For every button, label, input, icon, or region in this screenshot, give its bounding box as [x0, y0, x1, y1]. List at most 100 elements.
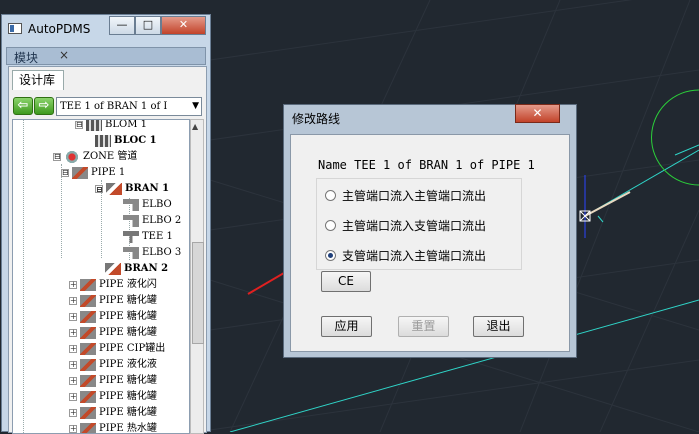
tree-item[interactable]: TEE 1 — [123, 229, 173, 245]
dialog-title: 修改路线 — [292, 110, 340, 127]
pipe-icon — [80, 359, 96, 371]
element-name-label: Name TEE 1 of BRAN 1 of PIPE 1 — [318, 158, 535, 172]
maximize-button[interactable]: □ — [135, 16, 161, 35]
tree-scrollbar[interactable]: ▲ — [190, 119, 204, 434]
tree-item[interactable]: +PIPE 液化液 — [69, 357, 157, 373]
tree-item[interactable]: +PIPE 热水罐 — [69, 421, 157, 434]
tree-item-label: TEE 1 — [142, 231, 173, 242]
tree-item-label: PIPE 1 — [91, 167, 125, 178]
close-button[interactable]: ✕ — [161, 16, 206, 35]
module-panel: 设计库 ⇦ ⇨ TEE 1 of BRAN 1 of I ▼ ⊟BLOM 1 BL… — [8, 66, 207, 433]
tree-item-label: ELBO 3 — [142, 247, 181, 258]
bloc-icon — [95, 135, 111, 147]
design-tree[interactable]: ⊟BLOM 1 BLOC 1 ⊟ ZONE 管道 ⊟ PIPE 1 ⊟ BRAN 1 ELBO E… — [12, 119, 190, 434]
radio-label: 主管端口流入主管端口流出 — [342, 189, 486, 203]
ce-button[interactable]: CE — [321, 271, 371, 292]
pipe-icon — [80, 407, 96, 419]
elbow-icon — [123, 199, 139, 211]
radio-main-in-main-out[interactable]: 主管端口流入主管端口流出 — [325, 188, 486, 204]
current-element-combo[interactable]: TEE 1 of BRAN 1 of I ▼ — [56, 97, 202, 116]
reset-button: 重置 — [398, 316, 449, 337]
expand-icon[interactable]: + — [69, 329, 77, 337]
collapse-icon[interactable]: ⊟ — [61, 169, 69, 177]
elbow-icon — [123, 247, 139, 259]
pipe-icon — [80, 391, 96, 403]
bloc-icon — [86, 119, 102, 131]
expand-icon[interactable]: + — [69, 345, 77, 353]
arrow-right-icon: ⇨ — [35, 98, 53, 114]
expand-icon[interactable]: + — [69, 313, 77, 321]
expand-icon[interactable]: + — [69, 409, 77, 417]
tree-item[interactable]: ELBO 2 — [123, 213, 181, 229]
tree-item[interactable]: + PIPE 糖化罐 — [69, 373, 157, 389]
bran-icon — [105, 263, 121, 275]
expand-icon[interactable]: + — [69, 281, 77, 289]
window-title: AutoPDMS — [28, 22, 90, 36]
tree-item[interactable]: + PIPE 糖化罐 — [69, 325, 157, 341]
tree-item[interactable]: +PIPE 糖化罐 — [69, 405, 157, 421]
pipe-icon — [80, 327, 96, 339]
apply-button[interactable]: 应用 — [321, 316, 372, 337]
expand-icon[interactable]: + — [69, 425, 77, 433]
tree-item-label: ELBO — [142, 199, 172, 210]
dialog-close-button[interactable]: ✕ — [515, 104, 560, 123]
radio-branch-in-main-out[interactable]: 支管端口流入主管端口流出 — [325, 248, 486, 264]
tree-item-label: PIPE CIP罐出 — [99, 343, 165, 354]
tree-item[interactable]: BRAN 2 — [105, 261, 168, 277]
tree-item-label: BLOC 1 — [114, 135, 157, 146]
tree-item[interactable]: ELBO — [123, 197, 172, 213]
combo-value: TEE 1 of BRAN 1 of I — [60, 101, 167, 112]
minimize-button[interactable]: — — [109, 16, 135, 35]
arrow-left-icon: ⇦ — [14, 98, 32, 114]
tree-item[interactable]: ⊟ PIPE 1 — [61, 165, 125, 181]
tree-item[interactable]: ⊟ BRAN 1 — [95, 181, 169, 197]
dialog-body: Name TEE 1 of BRAN 1 of PIPE 1 主管端口流入主管端… — [290, 134, 570, 352]
panel-close-icon[interactable]: × — [59, 48, 69, 62]
pipe-icon — [80, 375, 96, 387]
tree-item[interactable]: BLOC 1 — [95, 133, 157, 149]
expand-icon[interactable]: + — [69, 297, 77, 305]
radio-selected-icon — [325, 250, 336, 261]
app-window-icon — [8, 23, 22, 34]
expand-icon[interactable]: + — [69, 393, 77, 401]
tree-item[interactable]: + PIPE CIP罐出 — [69, 341, 165, 357]
tree-item-label: BRAN 1 — [125, 183, 169, 194]
tree-item-label: PIPE 糖化罐 — [99, 391, 157, 402]
tree-item-label: BRAN 2 — [124, 263, 168, 274]
expand-icon[interactable]: + — [69, 361, 77, 369]
radio-label: 支管端口流入主管端口流出 — [342, 249, 486, 263]
forward-button[interactable]: ⇨ — [34, 97, 54, 115]
radio-main-in-branch-out[interactable]: 主管端口流入支管端口流出 — [325, 218, 486, 234]
elbow-icon — [123, 215, 139, 227]
tree-item[interactable]: +PIPE 糖化罐 — [69, 293, 157, 309]
zone-icon — [64, 151, 80, 163]
tree-item-label: PIPE 糖化罐 — [99, 327, 157, 338]
scroll-up-icon[interactable]: ▲ — [192, 122, 198, 131]
collapse-icon[interactable]: ⊟ — [95, 185, 103, 193]
tree-item[interactable]: ⊟ ZONE 管道 — [53, 149, 137, 165]
window-titlebar[interactable]: AutoPDMS — □ ✕ — [2, 15, 210, 43]
tree-item-label: PIPE 糖化罐 — [99, 311, 157, 322]
module-panel-header: 模块 × — [6, 47, 206, 65]
scrollbar-thumb[interactable] — [192, 242, 204, 344]
modify-route-dialog: 修改路线 ✕ Name TEE 1 of BRAN 1 of PIPE 1 主管… — [283, 104, 577, 358]
tree-item[interactable]: ELBO 3 — [123, 245, 181, 261]
collapse-icon[interactable]: ⊟ — [53, 153, 61, 161]
tree-item-label: PIPE 糖化罐 — [99, 375, 157, 386]
tab-design-library[interactable]: 设计库 — [12, 70, 64, 90]
tree-item[interactable]: + PIPE 糖化罐 — [69, 309, 157, 325]
tree-item[interactable]: +PIPE 液化闪 — [69, 277, 157, 293]
back-button[interactable]: ⇦ — [13, 97, 33, 115]
pipe-icon — [80, 343, 96, 355]
chevron-down-icon[interactable]: ▼ — [192, 98, 199, 115]
pipe-icon — [80, 295, 96, 307]
radio-label: 主管端口流入支管端口流出 — [342, 219, 486, 233]
tree-item[interactable]: ⊟BLOM 1 — [75, 119, 147, 133]
port-direction-group: 主管端口流入主管端口流出 主管端口流入支管端口流出 支管端口流入主管端口流出 — [316, 178, 522, 270]
exit-button[interactable]: 退出 — [473, 316, 524, 337]
tree-item[interactable]: + PIPE 糖化罐 — [69, 389, 157, 405]
collapse-icon[interactable]: ⊟ — [75, 121, 83, 129]
tree-item-label: ZONE 管道 — [83, 151, 137, 162]
expand-icon[interactable]: + — [69, 377, 77, 385]
tee-icon — [123, 231, 139, 243]
